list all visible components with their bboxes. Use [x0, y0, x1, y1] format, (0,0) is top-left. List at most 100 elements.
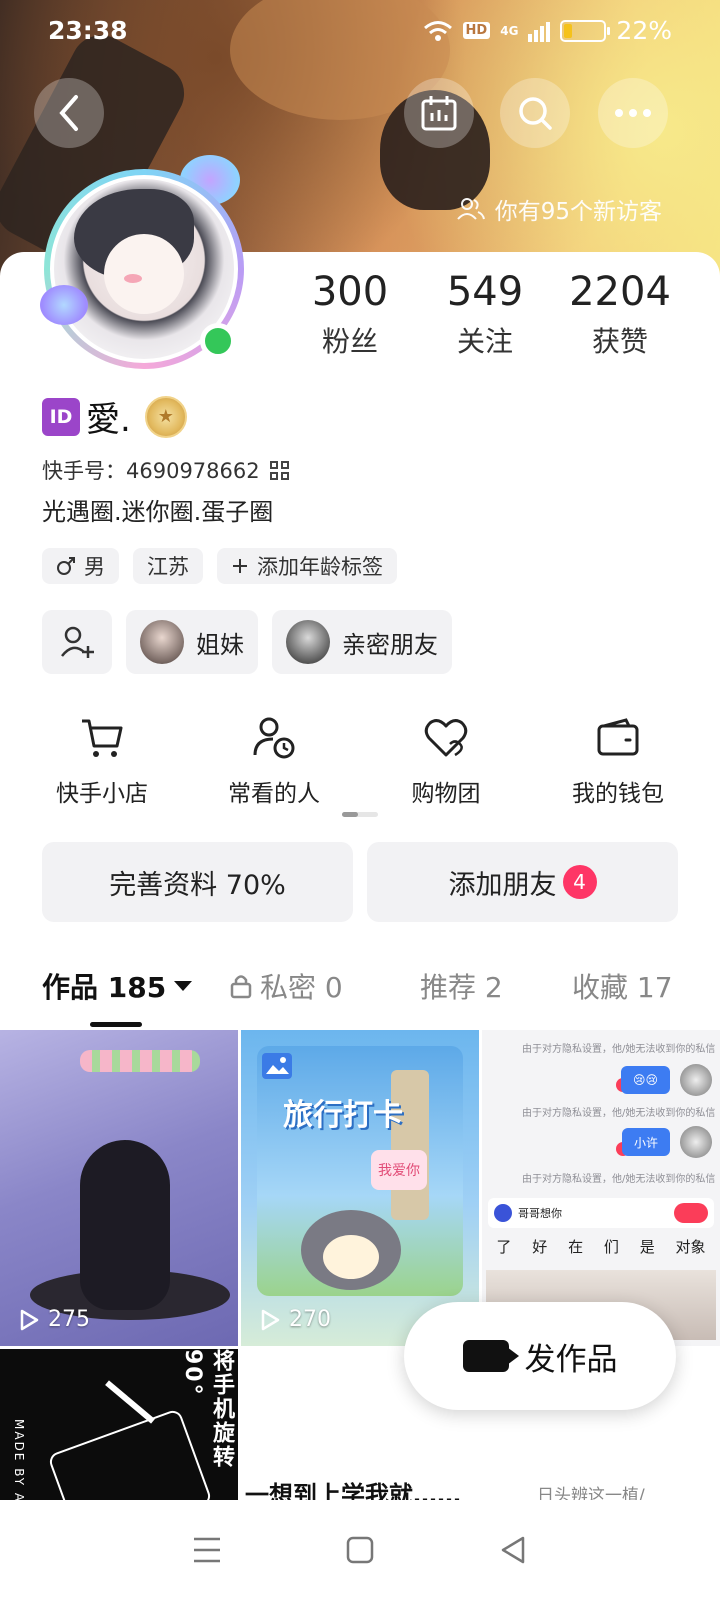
square-icon — [346, 1536, 374, 1564]
chat-notice: 由于对方隐私设置，他/她无法收到你的私信 — [522, 1174, 716, 1185]
image-icon — [262, 1053, 292, 1079]
chat-avatar — [680, 1064, 712, 1096]
chevron-left-icon — [59, 95, 78, 131]
calendar-icon — [421, 96, 457, 131]
add-age-tag-button[interactable]: 添加年龄标签 — [217, 548, 397, 584]
status-time: 23:38 — [48, 16, 128, 45]
kuaishou-id: 4690978662 — [126, 459, 260, 483]
thumbnail-vertical-text: 将手机旋转90° — [180, 1349, 234, 1469]
chat-avatar — [680, 1126, 712, 1158]
search-icon — [519, 97, 552, 130]
more-button[interactable] — [598, 78, 668, 148]
tab-favorites[interactable]: 收藏 17 — [572, 966, 673, 1006]
stat-value: 2204 — [569, 269, 671, 315]
play-count: 275 — [18, 1307, 90, 1332]
users-icon — [456, 198, 485, 220]
service-label: 购物团 — [411, 781, 481, 807]
nav-home-button[interactable] — [330, 1520, 390, 1580]
stat-label: 获赞 — [591, 325, 648, 358]
thumbnail-side-text: MADE BY A — [12, 1419, 26, 1504]
camera-icon — [462, 1340, 519, 1372]
service-shop[interactable]: 快手小店 — [16, 712, 188, 808]
tag-label: 男 — [84, 555, 105, 579]
relationship-sisters[interactable]: 姐妹 — [126, 610, 258, 674]
work-thumbnail[interactable]: 275 — [0, 1030, 238, 1346]
tab-label: 推荐 2 — [420, 971, 503, 1004]
profile-stats: 300 粉丝 549 关注 2204 获赞 — [290, 270, 680, 360]
caret-down-icon — [174, 981, 193, 991]
hd-badge: HD — [462, 22, 491, 39]
nav-menu-button[interactable] — [177, 1520, 237, 1580]
tab-works[interactable]: 作品 185 — [42, 966, 193, 1006]
service-frequent-viewed[interactable]: 常看的人 — [188, 712, 360, 808]
avatar[interactable] — [40, 155, 260, 380]
tag-label: 添加年龄标签 — [257, 555, 383, 579]
work-thumbnail[interactable]: 旅行打卡 我爱你 270 — [241, 1030, 479, 1346]
chat-bubble: 小许 — [621, 1128, 670, 1156]
suggestion: 们 — [603, 1238, 619, 1256]
active-tab-indicator — [90, 1022, 142, 1027]
wifi-icon — [423, 20, 452, 41]
play-icon — [20, 1309, 39, 1330]
tag-gender: 男 — [42, 548, 119, 584]
male-icon — [57, 557, 75, 575]
visitors-text: 你有95个新访客 — [494, 199, 662, 225]
work-thumbnail[interactable]: MADE BY A 将手机旋转90° — [0, 1349, 238, 1510]
tab-private[interactable]: 私密 0 — [230, 966, 343, 1006]
new-visitors-link[interactable]: 你有95个新访客 — [456, 192, 662, 226]
stat-following[interactable]: 549 关注 — [425, 270, 545, 360]
avatar-decoration — [40, 285, 88, 325]
stat-value: 549 — [446, 269, 524, 315]
relationship-close-friends[interactable]: 亲密朋友 — [272, 610, 452, 674]
tag-label: 江苏 — [147, 555, 189, 579]
chat-input-text: 哥哥想你 — [518, 1207, 562, 1220]
nav-back-button[interactable] — [483, 1520, 543, 1580]
work-thumbnail[interactable]: 由于对方隐私设置，他/她无法收到你的私信 ! 😢😢 由于对方隐私设置，他/她无法… — [482, 1030, 720, 1346]
works-grid: 275 旅行打卡 我爱你 270 由于对方隐私设置，他/她无法收到你的私信 ! … — [0, 1030, 720, 1510]
qr-code-icon[interactable] — [269, 460, 289, 480]
online-status-dot — [200, 323, 236, 359]
complete-profile-button[interactable]: 完善资料 70% — [42, 842, 353, 922]
suggestion: 了 — [496, 1238, 512, 1256]
tag-location: 江苏 — [133, 548, 203, 584]
post-work-button[interactable]: 发作品 — [404, 1302, 676, 1410]
service-wallet[interactable]: 我的钱包 — [532, 712, 704, 808]
chat-input: 哥哥想你 — [488, 1198, 714, 1228]
id-badge: ID — [42, 397, 80, 436]
thumbnail-sticker: 我爱你 — [371, 1150, 427, 1190]
stat-likes[interactable]: 2204 获赞 — [560, 270, 680, 360]
back-button[interactable] — [34, 78, 104, 148]
relationship-label: 姐妹 — [196, 630, 244, 659]
kuaishou-id-row[interactable]: 快手号：4690978662 — [42, 455, 289, 485]
user-clock-icon — [253, 717, 295, 759]
medal-icon[interactable]: ★ — [144, 395, 187, 438]
add-relationship-button[interactable] — [42, 610, 112, 674]
profile-tags: 男 江苏 添加年龄标签 — [42, 548, 397, 584]
kuaishou-id-label: 快手号： — [42, 459, 126, 483]
friend-avatar — [286, 620, 330, 664]
services-row: 快手小店 常看的人 购物团 我的钱包 — [0, 712, 720, 808]
suggestion: 对象 — [675, 1238, 706, 1256]
triangle-back-icon — [502, 1536, 525, 1564]
profile-name: 愛. — [86, 400, 131, 440]
play-count: 270 — [259, 1307, 331, 1332]
heart-icon — [424, 719, 468, 757]
chat-notice: 由于对方隐私设置，他/她无法收到你的私信 — [522, 1044, 716, 1055]
tab-label: 作品 185 — [42, 971, 167, 1004]
chat-bubble: 😢😢 — [620, 1066, 670, 1094]
chat-notice: 由于对方隐私设置，他/她无法收到你的私信 — [522, 1108, 716, 1119]
services-page-indicator — [342, 812, 378, 817]
stat-followers[interactable]: 300 粉丝 — [290, 270, 410, 360]
play-count-value: 270 — [289, 1307, 331, 1332]
search-button[interactable] — [500, 78, 570, 148]
service-group-buy[interactable]: 购物团 — [360, 712, 532, 808]
stat-label: 粉丝 — [321, 325, 378, 358]
suggestion: 在 — [568, 1238, 584, 1256]
wallet-icon — [597, 718, 639, 756]
stat-value: 300 — [311, 269, 389, 315]
tab-recommended[interactable]: 推荐 2 — [420, 966, 503, 1006]
add-friends-button[interactable]: 添加朋友 4 — [367, 842, 678, 922]
calendar-button[interactable] — [404, 78, 474, 148]
suggestion: 是 — [639, 1238, 655, 1256]
search-icon — [494, 1204, 512, 1222]
